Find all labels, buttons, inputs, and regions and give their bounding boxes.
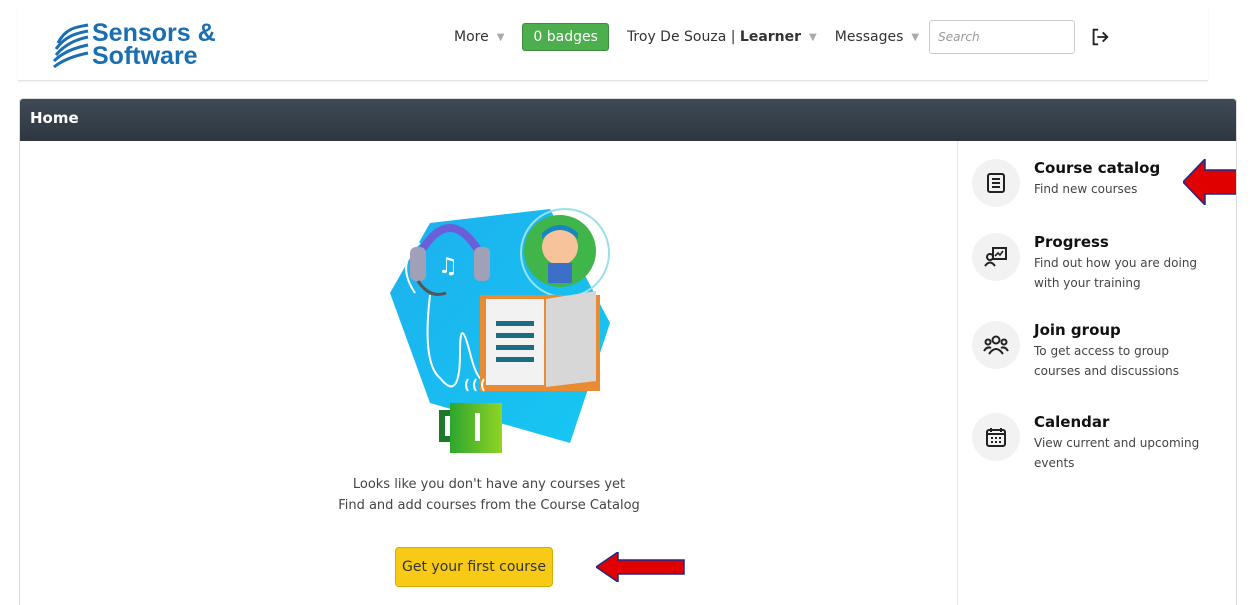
chevron-down-icon: ▼: [911, 31, 920, 43]
main-nav: More ▼ 0 badges Troy De Souza | Learner …: [454, 20, 1111, 54]
annotation-arrow-icon: [596, 552, 685, 582]
nav-messages-menu[interactable]: Messages: [835, 29, 904, 45]
sidebar-item-desc: To get access to group courses and discu…: [1034, 344, 1180, 378]
sidebar-item-title: Progress: [1034, 233, 1109, 251]
get-first-course-button[interactable]: Get your first course: [395, 547, 553, 587]
empty-state-line2: Find and add courses from the Course Cat…: [338, 498, 640, 513]
user-menu[interactable]: Troy De Souza | Learner: [627, 29, 801, 45]
user-name-text: Troy De Souza |: [626, 29, 740, 45]
sidebar-item-progress[interactable]: Progress Find out how you are doing with…: [972, 233, 1212, 293]
sidebar-item-join-group[interactable]: Join group To get access to group course…: [972, 321, 1212, 381]
group-icon: [972, 321, 1020, 369]
main-content: ♫ Looks like you don't have any courses …: [20, 141, 958, 605]
sidebar-item-desc: Find new courses: [1034, 182, 1138, 196]
svg-text:♫: ♫: [438, 254, 458, 279]
search-input[interactable]: [929, 20, 1076, 54]
badges-button[interactable]: 0 badges: [522, 23, 609, 51]
user-role-text: Learner: [739, 29, 802, 45]
sidebar-item-title: Course catalog: [1034, 159, 1161, 177]
home-panel: Home ♫ Looks like you don't have any cou…: [19, 98, 1237, 605]
chevron-down-icon: ▼: [496, 31, 505, 43]
top-navbar: Sensors & Software More ▼ 0 badges Troy …: [18, 8, 1208, 81]
calendar-icon: [972, 413, 1020, 461]
panel-title: Home: [20, 99, 1236, 141]
annotation-arrow-icon: [1183, 159, 1236, 205]
chevron-down-icon: ▼: [809, 31, 817, 43]
empty-courses-illustration: ♫: [390, 208, 610, 453]
sidebar-item-course-catalog[interactable]: Course catalog Find new courses: [972, 159, 1212, 207]
nav-more-menu[interactable]: More: [454, 29, 489, 45]
sidebar-item-title: Join group: [1034, 321, 1121, 339]
sidebar-item-calendar[interactable]: Calendar View current and upcoming event…: [972, 413, 1212, 473]
sidebar-item-title: Calendar: [1034, 413, 1110, 431]
sidebar-item-desc: View current and upcoming events: [1034, 436, 1200, 470]
sensors-software-logo[interactable]: Sensors & Software: [52, 16, 232, 74]
logo-text-line2: Software: [92, 42, 198, 70]
empty-state-line1: Looks like you don't have any courses ye…: [352, 477, 626, 492]
progress-icon: [972, 233, 1020, 281]
logo-wave-icon: [52, 23, 89, 69]
logout-icon[interactable]: [1089, 26, 1111, 48]
book-icon: [972, 159, 1020, 207]
quick-links-sidebar: Course catalog Find new courses Progress…: [958, 141, 1236, 605]
sidebar-item-desc: Find out how you are doing with your tra…: [1034, 256, 1198, 290]
